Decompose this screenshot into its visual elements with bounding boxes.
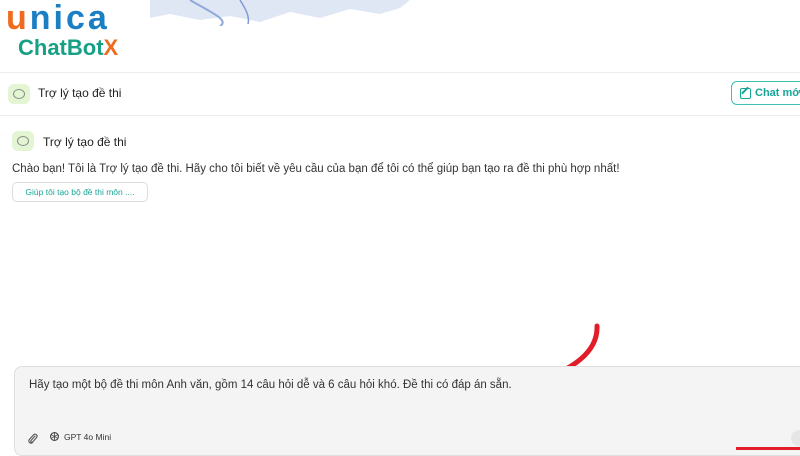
brand-banner: unica ChatBotX xyxy=(0,0,800,72)
header-title: Trợ lý tạo đề thi xyxy=(38,86,122,100)
assistant-greeting: Chào bạn! Tôi là Trợ lý tạo đề thi. Hãy … xyxy=(12,163,620,175)
logo-u: u xyxy=(6,0,30,37)
chat-header: Trợ lý tạo đề thi Chat mới xyxy=(0,72,800,116)
assistant-avatar-icon xyxy=(12,131,34,151)
new-chat-button[interactable]: Chat mới xyxy=(731,81,800,105)
chatbotx-logo: ChatBotX xyxy=(18,35,118,61)
paperclip-icon[interactable] xyxy=(27,432,38,445)
decorative-brush-stroke xyxy=(150,0,410,26)
suggestion-chip[interactable]: Giúp tôi tạo bộ đề thi môn .... xyxy=(12,182,148,202)
new-chat-label: Chat mới xyxy=(755,87,800,99)
chat-bubble-icon xyxy=(8,84,30,104)
send-icon[interactable] xyxy=(791,430,800,446)
unica-logo: unica xyxy=(6,0,110,38)
model-label: GPT 4o Mini xyxy=(64,431,112,442)
logo-x: X xyxy=(103,35,119,60)
message-composer[interactable]: Hãy tạo một bộ đề thi môn Anh văn, gồm 1… xyxy=(14,366,800,456)
logo-chatbot-text: ChatBot xyxy=(18,35,104,60)
edit-icon xyxy=(740,87,751,99)
openai-icon xyxy=(50,432,59,441)
logo-rest: nica xyxy=(29,0,110,37)
assistant-name: Trợ lý tạo đề thi xyxy=(43,135,127,149)
model-selector[interactable]: GPT 4o Mini xyxy=(49,431,111,442)
message-input[interactable]: Hãy tạo một bộ đề thi môn Anh văn, gồm 1… xyxy=(29,379,512,391)
